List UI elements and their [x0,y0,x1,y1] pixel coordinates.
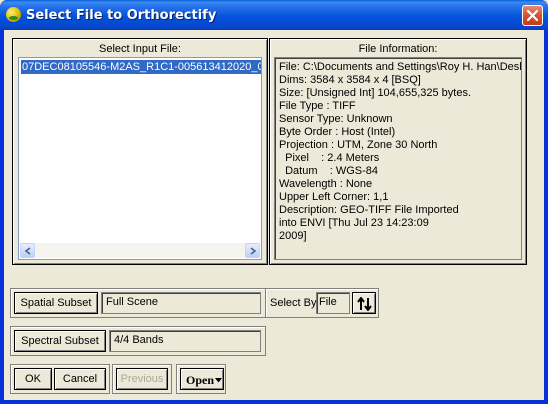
info-line: Projection : UTM, Zone 30 North [279,139,438,151]
input-file-label: Select Input File: [99,43,181,55]
cancel-button[interactable]: Cancel [54,368,106,390]
open-group: Open [176,364,226,394]
info-line: Sensor Type: Unknown [279,113,393,125]
input-file-panel: Select Input File: 07DEC08105546-M2AS_R1… [12,38,268,265]
dialog-window: Select File to Orthorectify Select Input… [0,0,548,404]
info-line: Pixel : 2.4 Meters [279,152,380,164]
file-info-label: File Information: [358,43,438,55]
info-line: Byte Order : Host (Intel) [279,126,396,138]
select-by-group: Select By File [265,288,379,318]
sort-arrows-icon [357,297,372,311]
select-by-value: File [316,292,350,314]
title-bar[interactable]: Select File to Orthorectify [0,0,548,30]
previous-button[interactable]: Previous [116,368,168,390]
file-info-panel: File Information: File: C:\Documents and… [269,38,527,265]
envi-globe-icon [6,7,21,22]
open-button-label: Open [186,373,215,387]
info-line: Size: [Unsigned Int] 104,655,325 bytes. [279,87,472,99]
ok-cancel-group: OK Cancel [10,364,110,394]
window-title: Select File to Orthorectify [26,8,217,23]
open-menu-button[interactable]: Open [180,368,224,390]
info-line: Description: GEO-TIFF File Imported [279,204,459,216]
info-line: File: C:\Documents and Settings\Roy H. H… [279,61,522,73]
spatial-subset-button[interactable]: Spatial Subset [14,292,98,314]
arrow-left-icon [24,247,31,255]
scroll-left-button[interactable] [20,243,35,258]
spatial-subset-value: Full Scene [101,292,261,314]
ok-button[interactable]: OK [14,368,52,390]
arrow-right-icon [250,247,257,255]
info-line: Dims: 3584 x 3584 x 4 [BSQ] [279,74,421,86]
sort-toggle-button[interactable] [352,292,376,314]
info-line: Datum : WGS-84 [279,165,379,177]
scroll-right-button[interactable] [245,243,260,258]
list-item[interactable]: 07DEC08105546-M2AS_R1C1-005613412020_01 [21,60,261,74]
info-line: 2009] [279,230,307,242]
close-icon [526,9,539,22]
info-line: File Type : TIFF [279,100,356,112]
file-info-text: File: C:\Documents and Settings\Roy H. H… [274,57,522,260]
dialog-body: Select Input File: 07DEC08105546-M2AS_R1… [4,30,544,400]
info-line: Wavelength : None [279,178,373,190]
spectral-subset-value: 4/4 Bands [109,330,261,352]
input-file-list[interactable]: 07DEC08105546-M2AS_R1C1-005613412020_01 [18,57,262,260]
horizontal-scrollbar[interactable] [20,243,260,258]
info-line: into ENVI [Thu Jul 23 14:23:09 [279,217,429,229]
spectral-subset-group: Spectral Subset 4/4 Bands [10,326,266,356]
select-by-label: Select By [270,297,317,309]
spectral-subset-button[interactable]: Spectral Subset [14,330,106,352]
previous-group: Previous [112,364,172,394]
dropdown-arrow-icon [215,378,222,383]
info-line: Upper Left Corner: 1,1 [279,191,389,203]
spatial-subset-group: Spatial Subset Full Scene [10,288,266,318]
close-button[interactable] [522,5,543,26]
